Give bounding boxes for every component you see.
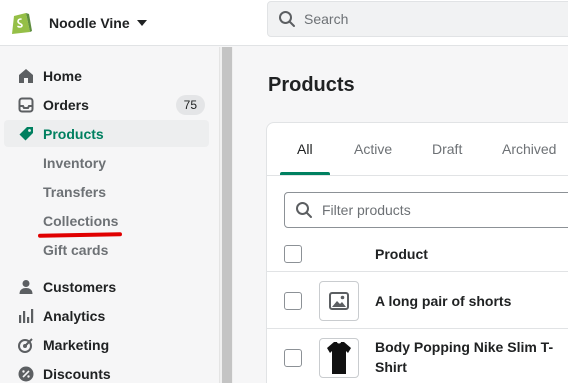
discount-icon bbox=[18, 366, 34, 381]
select-all-checkbox[interactable] bbox=[284, 245, 302, 263]
table-header: Product bbox=[267, 236, 568, 272]
search-icon bbox=[279, 11, 295, 27]
person-icon bbox=[19, 279, 33, 294]
page-title: Products bbox=[268, 74, 355, 96]
store-switcher[interactable]: Noodle Vine bbox=[10, 6, 147, 40]
sidebar-item-transfers[interactable]: Transfers bbox=[4, 178, 209, 205]
image-placeholder-icon bbox=[329, 292, 349, 310]
filter-placeholder: Filter products bbox=[322, 202, 411, 218]
bar-chart-icon bbox=[19, 308, 34, 323]
product-thumbnail[interactable] bbox=[319, 281, 359, 321]
black-tshirt-image bbox=[327, 342, 351, 374]
products-card: All Active Draft Archived Filter product… bbox=[266, 122, 568, 383]
sidebar-item-collections[interactable]: Collections bbox=[4, 207, 209, 234]
row-checkbox[interactable] bbox=[284, 292, 302, 310]
product-name[interactable]: Body Popping Nike Slim T-Shirt bbox=[375, 337, 568, 377]
sidebar-item-label: Customers bbox=[43, 278, 117, 295]
sidebar-item-label: Home bbox=[43, 67, 82, 84]
sidebar-item-customers[interactable]: Customers bbox=[4, 273, 209, 300]
filter-products-input[interactable]: Filter products bbox=[284, 192, 568, 228]
sidebar-item-gift-cards[interactable]: Gift cards bbox=[4, 236, 209, 263]
sidebar-item-inventory[interactable]: Inventory bbox=[4, 149, 209, 176]
search-icon bbox=[296, 202, 312, 218]
tab-active[interactable]: Active bbox=[354, 123, 392, 176]
product-tabs: All Active Draft Archived bbox=[267, 123, 568, 176]
tab-all[interactable]: All bbox=[297, 123, 313, 176]
sidebar-item-products[interactable]: Products bbox=[4, 120, 209, 147]
search-placeholder: Search bbox=[304, 11, 349, 27]
product-name[interactable]: A long pair of shorts bbox=[375, 291, 568, 311]
tab-archived[interactable]: Archived bbox=[502, 123, 556, 176]
top-bar: Noodle Vine Search bbox=[0, 0, 568, 46]
sidebar-item-home[interactable]: Home bbox=[4, 62, 209, 89]
target-icon bbox=[18, 337, 33, 353]
sidebar-item-orders[interactable]: Orders 75 bbox=[4, 91, 209, 118]
product-thumbnail[interactable] bbox=[319, 338, 359, 378]
column-header-product: Product bbox=[375, 246, 428, 262]
global-search-input[interactable]: Search bbox=[267, 1, 568, 37]
tag-icon bbox=[19, 126, 33, 140]
shopify-logo-icon bbox=[12, 13, 32, 34]
table-row[interactable]: A long pair of shorts bbox=[267, 273, 568, 329]
sidebar-scrollbar-thumb[interactable] bbox=[222, 47, 232, 383]
sidebar-item-discounts[interactable]: Discounts bbox=[4, 360, 209, 383]
store-name: Noodle Vine bbox=[49, 15, 130, 31]
sidebar-item-label: Collections bbox=[43, 212, 119, 229]
sidebar-item-label: Discounts bbox=[43, 365, 111, 382]
orders-icon bbox=[18, 97, 34, 112]
row-checkbox[interactable] bbox=[284, 349, 302, 367]
sidebar-item-analytics[interactable]: Analytics bbox=[4, 302, 209, 329]
tab-draft[interactable]: Draft bbox=[432, 123, 462, 176]
orders-count-badge: 75 bbox=[175, 94, 205, 115]
sidebar-item-label: Products bbox=[43, 125, 104, 142]
table-row[interactable]: Body Popping Nike Slim T-Shirt bbox=[267, 330, 568, 383]
sidebar-item-label: Gift cards bbox=[43, 241, 109, 258]
sidebar-item-label: Inventory bbox=[43, 154, 107, 171]
sidebar-item-label: Analytics bbox=[43, 307, 106, 324]
caret-down-icon bbox=[136, 20, 147, 26]
sidebar-scrollbar[interactable] bbox=[219, 47, 233, 383]
sidebar-item-label: Orders bbox=[43, 96, 89, 113]
sidebar-item-marketing[interactable]: Marketing bbox=[4, 331, 209, 358]
sidebar-item-label: Transfers bbox=[43, 183, 107, 200]
sidebar-item-label: Marketing bbox=[43, 336, 110, 353]
selected-tab-indicator bbox=[280, 172, 330, 175]
home-icon bbox=[19, 68, 33, 83]
